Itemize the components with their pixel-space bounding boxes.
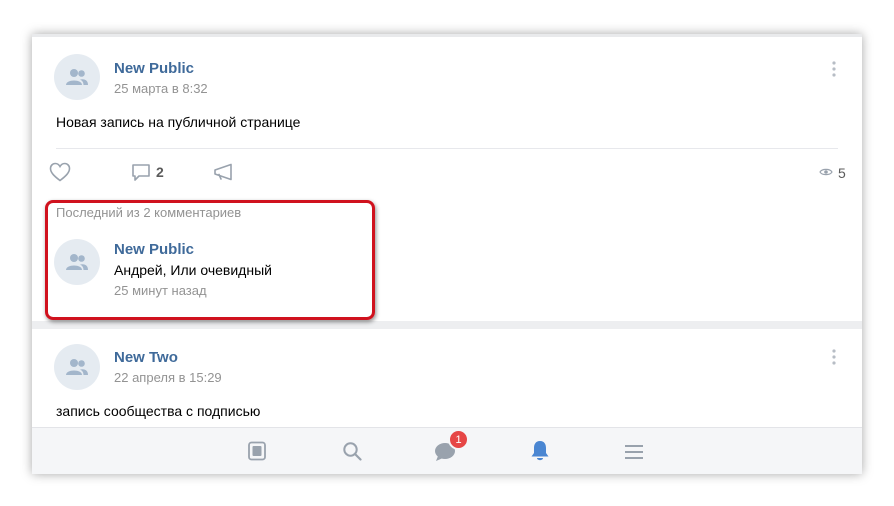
menu-icon[interactable] xyxy=(622,442,646,462)
comment-icon[interactable] xyxy=(130,162,152,182)
top-edge xyxy=(32,34,862,37)
post-author[interactable]: New Two xyxy=(114,349,178,366)
search-icon[interactable] xyxy=(341,440,363,462)
group-icon xyxy=(66,69,88,85)
more-options-icon[interactable] xyxy=(826,60,842,78)
views-icon xyxy=(818,166,834,178)
group-icon xyxy=(66,359,88,375)
news-icon[interactable] xyxy=(246,440,268,462)
messages-badge: 1 xyxy=(448,429,469,450)
views-count: 5 xyxy=(838,165,846,181)
post-text: Новая запись на публичной странице xyxy=(56,114,301,130)
community-avatar[interactable] xyxy=(54,344,100,390)
comments-count[interactable]: 2 xyxy=(156,164,164,180)
comment-highlight-box xyxy=(45,200,375,320)
notifications-icon[interactable] xyxy=(528,439,552,463)
share-icon[interactable] xyxy=(212,162,236,182)
community-avatar[interactable] xyxy=(54,54,100,100)
post-divider xyxy=(56,148,838,149)
posts-separator xyxy=(32,321,862,329)
bottom-tab-bar: 1 xyxy=(32,427,862,474)
post-author[interactable]: New Public xyxy=(114,60,194,77)
like-icon[interactable] xyxy=(48,161,72,183)
post-text: запись сообщества с подписью xyxy=(56,403,261,419)
post-date[interactable]: 25 марта в 8:32 xyxy=(114,81,208,96)
more-options-icon[interactable] xyxy=(826,348,842,366)
post-date[interactable]: 22 апреля в 15:29 xyxy=(114,370,222,385)
